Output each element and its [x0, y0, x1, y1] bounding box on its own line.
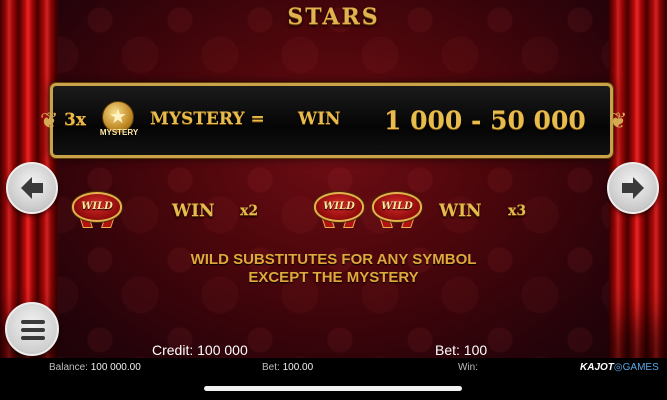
- balance-value: 100 000.00: [90, 362, 141, 373]
- mystery-text: MYSTERY =: [150, 109, 265, 129]
- wild-rule-line-1: WILD SUBSTITUTES FOR ANY SYMBOL: [190, 251, 477, 268]
- win-readout: Win:: [458, 362, 478, 373]
- mystery-multiplier: 3x: [64, 110, 86, 130]
- game-logo: STARS: [287, 4, 380, 30]
- wild-row-2-multiplier: x3: [508, 203, 527, 219]
- wild-row-2-win-label: WIN: [439, 201, 482, 221]
- bet-label: Bet:: [262, 362, 280, 373]
- balance-label: Balance:: [49, 362, 88, 373]
- wild-row-1-multiplier: x2: [240, 203, 259, 219]
- star-icon: ★: [109, 106, 127, 128]
- coin-label: MYSTERY: [99, 128, 139, 137]
- brand-logo: KAJOT◎GAMES: [580, 362, 659, 373]
- wild-symbol-label: WILD: [381, 201, 413, 212]
- bet-display: Bet: 100: [435, 342, 488, 358]
- bet-readout: Bet: 100.00: [262, 362, 313, 373]
- game-paytable-screen: STARS ❦ ❦ 3x ★ MYSTERY MYSTERY = WIN 1 0…: [0, 0, 667, 400]
- hamburger-menu-icon: [21, 320, 45, 324]
- wild-row-1-win-label: WIN: [172, 201, 215, 221]
- brand-main: KAJOT: [580, 362, 614, 373]
- wild-symbol-label: WILD: [81, 201, 113, 212]
- arrow-right-icon: [622, 177, 644, 199]
- menu-button[interactable]: [5, 302, 59, 356]
- previous-page-button[interactable]: [6, 162, 58, 214]
- wild-rule-line-2: EXCEPT THE MYSTERY: [248, 269, 419, 286]
- home-indicator[interactable]: [204, 386, 462, 391]
- brand-sub: ◎GAMES: [613, 362, 659, 373]
- wild-symbol-icon: WILD: [69, 188, 125, 228]
- credit-display: Credit: 100 000: [152, 342, 248, 358]
- wild-symbol-icon: WILD: [311, 188, 367, 228]
- mystery-win-label: WIN: [298, 109, 341, 129]
- next-page-button[interactable]: [607, 162, 659, 214]
- arrow-left-icon: [21, 177, 43, 199]
- win-label: Win:: [458, 362, 478, 373]
- bet-value: 100.00: [282, 362, 314, 373]
- mystery-win-range: 1 000 - 50 000: [384, 106, 586, 135]
- panel-flourish-left-icon: ❦: [40, 108, 59, 133]
- panel-flourish-right-icon: ❦: [609, 108, 628, 133]
- balance-readout: Balance: 100 000.00: [49, 362, 141, 373]
- mystery-coin-icon: ★ MYSTERY: [96, 101, 142, 139]
- wild-symbol-label: WILD: [323, 201, 355, 212]
- wild-symbol-icon: WILD: [369, 188, 425, 228]
